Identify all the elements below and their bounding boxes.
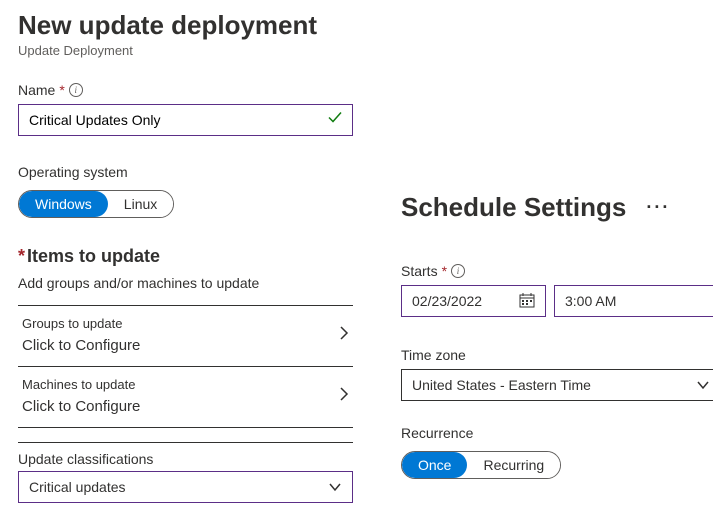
classifications-dropdown[interactable]: Critical updates: [18, 471, 353, 503]
start-date-value: 02/23/2022: [412, 293, 482, 309]
start-time-value: 3:00 AM: [565, 293, 616, 309]
chevron-down-icon: [328, 479, 342, 495]
chevron-down-icon: [696, 377, 710, 393]
required-asterisk: *: [59, 82, 64, 98]
timezone-value: United States - Eastern Time: [412, 377, 591, 393]
items-title-text: Items to update: [27, 246, 160, 266]
calendar-icon: [519, 292, 535, 311]
chevron-right-icon: [339, 386, 349, 407]
start-date-input[interactable]: 02/23/2022: [401, 285, 546, 317]
start-time-input[interactable]: 3:00 AM: [554, 285, 713, 317]
name-input[interactable]: [18, 104, 353, 136]
os-label: Operating system: [18, 164, 353, 180]
os-toggle-windows[interactable]: Windows: [19, 191, 108, 217]
classifications-label: Update classifications: [18, 442, 353, 467]
groups-label: Groups to update: [22, 316, 140, 331]
info-icon[interactable]: i: [69, 83, 83, 97]
schedule-title: Schedule Settings: [401, 192, 626, 223]
machines-label: Machines to update: [22, 377, 140, 392]
machines-to-update-row[interactable]: Machines to update Click to Configure: [18, 366, 353, 428]
checkmark-icon: [327, 110, 343, 131]
os-toggle-linux[interactable]: Linux: [108, 191, 173, 217]
more-icon[interactable]: ···: [646, 197, 670, 218]
page-subtitle: Update Deployment: [18, 43, 695, 58]
items-title: *Items to update: [18, 246, 353, 267]
name-label: Name * i: [18, 82, 353, 98]
schedule-title-row: Schedule Settings ···: [401, 192, 713, 223]
starts-label: Starts * i: [401, 263, 713, 279]
timezone-dropdown[interactable]: United States - Eastern Time: [401, 369, 713, 401]
starts-label-text: Starts: [401, 263, 438, 279]
recurrence-toggle-once[interactable]: Once: [402, 452, 467, 478]
name-label-text: Name: [18, 82, 55, 98]
groups-value: Click to Configure: [22, 337, 140, 354]
groups-to-update-row[interactable]: Groups to update Click to Configure: [18, 305, 353, 366]
required-asterisk: *: [442, 263, 447, 279]
info-icon[interactable]: i: [451, 264, 465, 278]
required-asterisk: *: [18, 246, 25, 266]
page-title: New update deployment: [18, 10, 695, 41]
recurrence-toggle-recurring[interactable]: Recurring: [467, 452, 560, 478]
machines-value: Click to Configure: [22, 398, 140, 415]
recurrence-label: Recurrence: [401, 425, 713, 441]
os-toggle[interactable]: Windows Linux: [18, 190, 174, 218]
chevron-right-icon: [339, 325, 349, 346]
items-subtitle: Add groups and/or machines to update: [18, 275, 353, 291]
timezone-label: Time zone: [401, 347, 713, 363]
classifications-value: Critical updates: [29, 479, 126, 495]
recurrence-toggle[interactable]: Once Recurring: [401, 451, 561, 479]
